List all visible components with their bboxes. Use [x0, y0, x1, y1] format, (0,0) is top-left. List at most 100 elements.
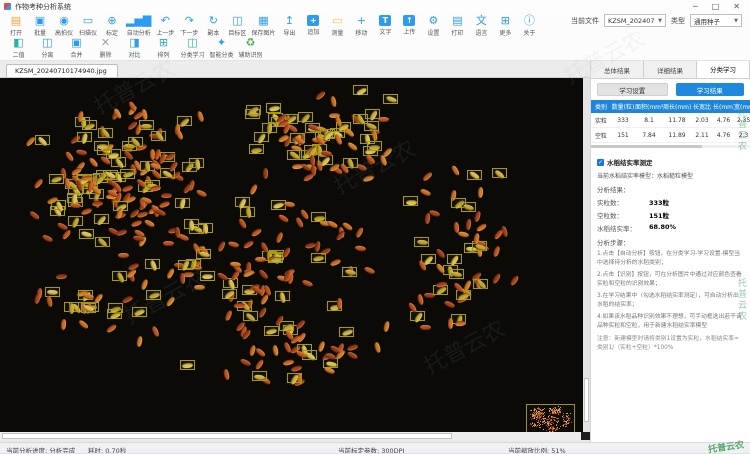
toolbar-button-smart-classify[interactable]: ✦ 智能分类 [207, 36, 236, 59]
vertical-scrollbar-thumb[interactable] [584, 378, 589, 422]
seed-grain [473, 210, 482, 223]
toolbar-button-settings-gear[interactable]: ⚙ 设置 [421, 14, 445, 37]
seed-grain [271, 344, 280, 357]
table-cell: 11.78 [668, 116, 686, 124]
minimap-dot [536, 426, 538, 428]
seed-grain [262, 168, 268, 180]
toolbar-button-separate[interactable]: ◫ 分离 [33, 36, 62, 59]
batch-icon: ▣ [34, 14, 46, 27]
minimize-button[interactable]: ─ [693, 2, 698, 11]
toolbar-button-append[interactable]: + 追加 [301, 14, 325, 36]
document-tab[interactable]: KZSM_20240710174940.jpg [6, 64, 118, 77]
table-cell: 11.89 [668, 131, 686, 139]
minimap-dot [569, 418, 571, 420]
seed-grain [117, 253, 129, 258]
language-icon: 文 [475, 14, 487, 27]
table-row[interactable]: 空粒 151 7.84 11.89 2.11 4.76 2.3 [591, 128, 750, 143]
toolbar-button-batch[interactable]: ▣ 批量 [28, 14, 52, 37]
toolbar-button-classify-learning[interactable]: ◫ 分类学习 [178, 36, 207, 59]
toolbar-button-compare[interactable]: ◨ 对比 [120, 36, 149, 59]
seed-grain [91, 200, 103, 207]
toolbar-button-undo[interactable]: ↶ 上一步 [153, 14, 177, 37]
panel-tab-1[interactable]: 总体结果 [591, 61, 644, 78]
seed-grain [33, 292, 41, 305]
note-text: 注意：新建模型时请将类别1设置为实粒，水稻结实率=类别1/（实粒+空粒）*100… [597, 335, 739, 351]
minimap-dot [562, 424, 564, 426]
seed-grain [300, 279, 314, 289]
maximize-button[interactable]: □ [712, 2, 720, 11]
toolbar-button-document-camera[interactable]: ◉ 高拍仪 [52, 14, 76, 37]
seed-grain [508, 274, 520, 287]
seed-grain [182, 271, 194, 277]
close-button[interactable]: ✕ [733, 2, 740, 11]
toolbar-button-language[interactable]: 文语言 [469, 14, 493, 37]
learning-settings-button[interactable]: 学习设置 [597, 83, 668, 96]
minimap-dot [549, 413, 551, 415]
toolbar-button-text[interactable]: T 文字 [373, 14, 397, 36]
move-icon: + [356, 14, 367, 27]
classify-learning-icon: ◫ [187, 36, 198, 49]
seed-grain [121, 183, 134, 193]
seed-grain [242, 239, 255, 250]
seed-grain [61, 228, 72, 241]
assist-recognition-icon: ♻ [245, 36, 256, 49]
toolbar-button-label: 二值 [12, 52, 25, 59]
minimap-dot [544, 422, 545, 424]
toolbar-button-merge[interactable]: ▣ 合并 [62, 36, 91, 59]
table-cell: 8.1 [644, 116, 654, 124]
minimap-dot [530, 416, 531, 418]
current-file-dropdown[interactable]: KZSM_202407 ▼ [604, 14, 666, 27]
table-row[interactable]: 实粒 333 8.1 11.78 2.03 4.76 2.35 [591, 113, 750, 128]
toolbar-button-binarize[interactable]: ◧ 二值 [4, 36, 33, 59]
table-header-cell: 面积(mm²) [635, 104, 663, 111]
toolbar-button-save-image[interactable]: ▦ 保存图片 [249, 14, 277, 37]
toolbar-button-open-folder[interactable]: ▤ 打开 [4, 14, 28, 37]
toolbar-button-calibration[interactable]: ⊕ 标定 [100, 14, 124, 37]
toolbar-button-arrange[interactable]: ⊞ 排列 [149, 36, 178, 59]
seed-grain [237, 217, 248, 230]
toolbar-button-about-info[interactable]: ⓘ 关于 [517, 14, 541, 37]
toolbar-button-assist-recognition[interactable]: ♻ 辅助识别 [236, 36, 265, 59]
checkbox-checked-icon[interactable]: ✓ [597, 158, 604, 166]
horizontal-scrollbar[interactable] [0, 432, 590, 440]
toolbar-button-duplicate[interactable]: ↻ 副本 [201, 14, 225, 37]
table-horizontal-scrollbar[interactable] [591, 145, 750, 148]
horizontal-scrollbar-thumb[interactable] [2, 433, 452, 439]
minimap-dot [548, 421, 550, 423]
minimap-navigator[interactable] [526, 404, 575, 432]
toolbar-button-export[interactable]: ↥ 导出 [277, 14, 301, 37]
seed-grain [135, 335, 143, 348]
toolbar-button-scanner[interactable]: ▭ 扫描仪 [76, 14, 100, 37]
vertical-scrollbar[interactable] [583, 78, 590, 432]
toolbar-button-delete-trash[interactable]: ✕ 删除 [91, 36, 120, 59]
result-value: 151粒 [649, 212, 670, 220]
panel-tab-2[interactable]: 详细结果 [644, 61, 697, 78]
toolbar-button-target-area[interactable]: ◫ 目标区 [225, 14, 249, 37]
type-dropdown[interactable]: 通用种子 ▼ [690, 14, 742, 27]
toolbar-button-move[interactable]: + 移动 [349, 14, 373, 37]
seed-grain [454, 320, 467, 327]
learning-results-button[interactable]: 学习结果 [675, 83, 744, 96]
seed-setting-rate-checkbox-row[interactable]: ✓ 水稻结实率测定 [597, 157, 744, 167]
toolbar-button-more[interactable]: ⊞ 更多 [493, 14, 517, 37]
toolbar-button-auto-analysis[interactable]: ▂▅▇ 自动分析 [124, 14, 153, 37]
seed-grain [275, 231, 285, 244]
minimap-dot [538, 410, 540, 412]
seed-image-canvas[interactable] [0, 78, 590, 432]
toolbar-row-1: ▤ 打开 ▣ 批量 ◉ 高拍仪 ▭ 扫描仪 ⊕ 标定 ▂▅▇ 自动分析 ↶ 上一步 ↷ 下一步 ↻ 副本 ◫ 目标区 ▦… [4, 14, 746, 37]
minimap-dot [555, 424, 557, 426]
seed-grain [330, 95, 338, 108]
minimap-dot [533, 415, 535, 417]
seed-grain [369, 144, 381, 150]
minimap-dot [565, 417, 567, 419]
toolbar-button-upload[interactable]: ↑ 上传 [397, 14, 421, 36]
seed-grain [254, 346, 267, 358]
smart-classify-icon: ✦ [216, 36, 227, 49]
panel-tab-3[interactable]: 分类学习 [697, 61, 750, 78]
toolbar-button-measure[interactable]: ▭ 测量 [325, 14, 349, 37]
toolbar-button-print[interactable]: ▤ 打印 [445, 14, 469, 37]
toolbar-button-label: 上传 [403, 29, 416, 36]
minimap-dot [537, 418, 539, 420]
measure-icon: ▭ [332, 14, 343, 27]
toolbar-button-redo[interactable]: ↷ 下一步 [177, 14, 201, 37]
